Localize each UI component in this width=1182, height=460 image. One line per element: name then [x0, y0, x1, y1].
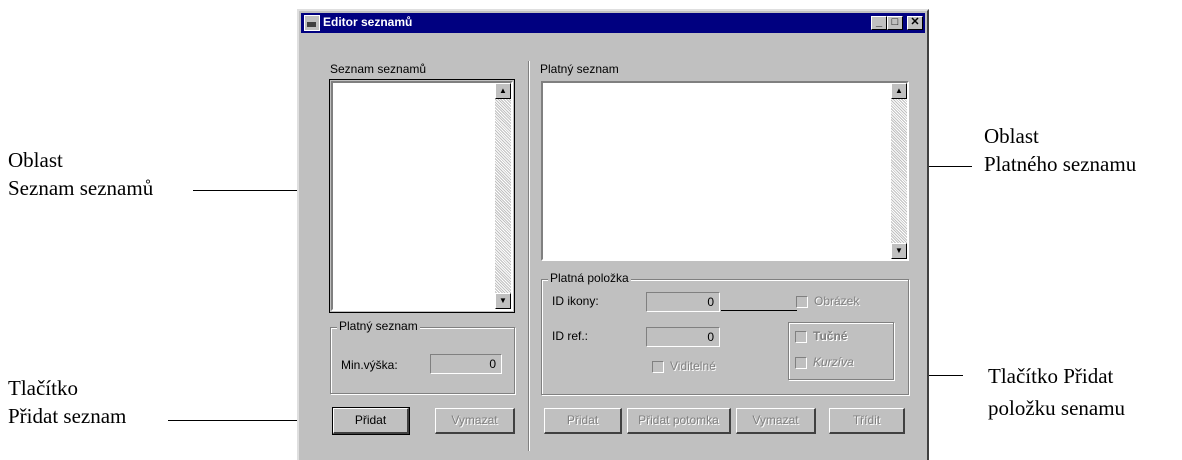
current-list-scrollbar[interactable]: ▲ ▼ [891, 83, 907, 259]
list-editor-window: Editor seznamů _ □ ✕ Seznam seznamů ▲ ▼ … [297, 9, 929, 460]
current-list-box[interactable]: ▲ ▼ [541, 81, 909, 261]
scroll-up-icon[interactable]: ▲ [495, 83, 511, 99]
icon-image-connector [721, 310, 797, 311]
icon-id-label: ID ikony: [552, 294, 599, 308]
title-bar[interactable]: Editor seznamů _ □ ✕ [301, 13, 925, 33]
annotation-add-item-line2: položku senamu [988, 396, 1126, 420]
scroll-down-icon[interactable]: ▼ [495, 293, 511, 309]
visible-checkbox-label: Viditelné [670, 359, 716, 373]
current-list-group: Platný seznam Min.výška: 0 [330, 319, 515, 394]
annotation-current-area-line1: Oblast [984, 124, 1039, 148]
app-icon[interactable] [304, 15, 320, 31]
annotation-list-area-line1: Oblast [8, 148, 63, 172]
close-button[interactable]: ✕ [907, 16, 923, 30]
column-separator [528, 61, 529, 451]
image-checkbox-label: Obrázek [814, 294, 860, 308]
current-item-group-title: Platná položka [548, 271, 631, 285]
image-checkbox[interactable] [796, 296, 808, 308]
current-item-group: Platná položka ID ikony: 0 Obrázek ID re… [541, 271, 909, 395]
list-of-lists-box[interactable]: ▲ ▼ [329, 79, 515, 313]
current-list-label: Platný seznam [540, 62, 619, 76]
min-height-label: Min.výška: [341, 358, 398, 372]
delete-item-button[interactable]: Vymazat [736, 408, 816, 434]
bold-checkbox[interactable] [795, 331, 807, 343]
text-style-group: Tučné Kurzíva [788, 322, 894, 380]
sort-button[interactable]: Třídit [829, 408, 905, 434]
delete-list-button[interactable]: Vymazat [435, 408, 515, 434]
annotation-add-list-line2: Přidat seznam [8, 404, 127, 428]
add-child-button[interactable]: Přidat potomka [627, 408, 731, 434]
maximize-button[interactable]: □ [887, 16, 903, 30]
ref-id-label: ID ref.: [552, 329, 589, 343]
list-of-lists-scrollbar[interactable]: ▲ ▼ [495, 83, 511, 309]
ref-id-field[interactable]: 0 [646, 327, 720, 347]
min-height-field[interactable]: 0 [430, 354, 502, 374]
add-item-button[interactable]: Přidat [544, 408, 622, 434]
italic-checkbox-label: Kurzíva [813, 355, 854, 369]
bold-checkbox-label: Tučné [813, 329, 848, 343]
window-title: Editor seznamů [323, 15, 413, 29]
annotation-list-area-line2: Seznam seznamů [8, 176, 154, 200]
minimize-button[interactable]: _ [871, 16, 887, 30]
scroll-up-icon[interactable]: ▲ [891, 83, 907, 99]
current-list-group-title: Platný seznam [337, 319, 420, 333]
icon-id-field[interactable]: 0 [646, 292, 720, 312]
visible-checkbox[interactable] [652, 361, 664, 373]
annotation-add-list-line1: Tlačítko [8, 376, 78, 400]
annotation-current-area-line2: Platného seznamu [984, 152, 1137, 176]
list-of-lists-label: Seznam seznamů [330, 62, 427, 76]
annotation-add-item-line1: Tlačítko Přidat [988, 364, 1114, 388]
add-list-button[interactable]: Přidat [332, 407, 410, 435]
italic-checkbox[interactable] [795, 357, 807, 369]
scroll-down-icon[interactable]: ▼ [891, 243, 907, 259]
